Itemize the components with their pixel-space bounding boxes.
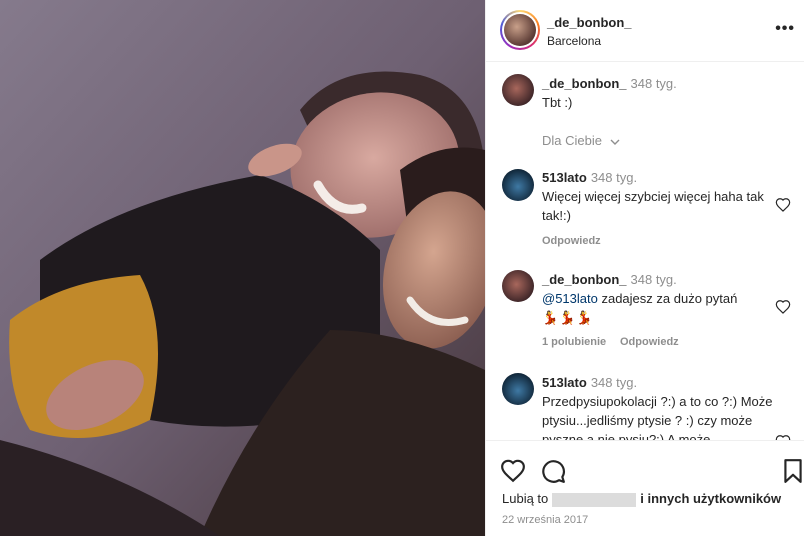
post-header: _de_bonbon_ Barcelona ••• <box>486 0 804 62</box>
comment-text: Przedpysiupokolacji ?:) a to co ?:) Może… <box>542 394 773 440</box>
post-photo[interactable] <box>0 0 485 536</box>
post-location[interactable]: Barcelona <box>547 34 601 48</box>
likes-suffix[interactable]: i innych użytkowników <box>640 491 781 506</box>
comment-avatar[interactable] <box>502 169 534 201</box>
post-date[interactable]: 22 września 2017 <box>502 514 588 526</box>
caption-username[interactable]: _de_bonbon_ <box>542 76 627 91</box>
reply-button[interactable]: Odpowiedz <box>542 235 601 247</box>
comment-username[interactable]: 513lato <box>542 170 587 185</box>
comment-username[interactable]: 513lato <box>542 375 587 390</box>
comment-time[interactable]: 348 tyg. <box>591 375 637 390</box>
sort-label: Dla Ciebie <box>542 133 602 148</box>
comment-likes-count[interactable]: 1 polubienie <box>542 336 606 348</box>
caption-avatar[interactable] <box>502 74 534 106</box>
author-avatar[interactable] <box>500 10 540 50</box>
comment-text-body: zadajesz za dużo pytań <box>597 291 738 306</box>
comment-username[interactable]: _de_bonbon_ <box>542 272 627 287</box>
more-icon[interactable]: ••• <box>775 20 795 38</box>
post-image <box>0 0 485 536</box>
comment-like-icon[interactable] <box>775 197 791 213</box>
post-side-panel: _de_bonbon_ Barcelona ••• _de_bonbon_ 348… <box>485 0 804 536</box>
reply-button[interactable]: Odpowiedz <box>620 336 679 348</box>
post-actions: Lubią to i innych użytkowników 22 wrześni… <box>486 440 804 536</box>
comment-header: 513lato 348 tyg. <box>542 168 777 187</box>
sort-dropdown[interactable]: Dla Ciebie <box>542 133 621 148</box>
heart-icon[interactable] <box>500 458 526 484</box>
comment-header: _de_bonbon_ 348 tyg. <box>542 270 777 289</box>
comment-header: 513lato 348 tyg. <box>542 373 777 392</box>
likes-prefix: Lubią to <box>502 491 549 506</box>
blurred-username <box>552 492 637 507</box>
caption-time[interactable]: 348 tyg. <box>631 76 677 91</box>
comment-avatar[interactable] <box>502 373 534 405</box>
author-username[interactable]: _de_bonbon_ <box>547 15 632 30</box>
likes-summary[interactable]: Lubią to i innych użytkowników <box>502 491 781 507</box>
comment-text: Więcej więcej szybciej więcej haha tak t… <box>542 189 764 223</box>
comments-list[interactable]: _de_bonbon_ 348 tyg. Tbt :) Dla Ciebie 51… <box>486 63 804 440</box>
comment-emoji: 💃💃💃 <box>542 310 594 325</box>
comment-mention[interactable]: @513lato <box>542 291 598 306</box>
comment-avatar[interactable] <box>502 270 534 302</box>
bookmark-icon[interactable] <box>780 458 804 484</box>
comment-icon[interactable] <box>540 458 566 484</box>
caption-text: Tbt :) <box>542 95 573 110</box>
comment-like-icon[interactable] <box>775 299 791 315</box>
chevron-down-icon <box>610 139 620 145</box>
caption-header: _de_bonbon_ 348 tyg. <box>542 74 777 93</box>
comment-text: @513lato zadajesz za dużo pytań <box>542 289 777 308</box>
comment-time[interactable]: 348 tyg. <box>631 272 677 287</box>
comment-time[interactable]: 348 tyg. <box>591 170 637 185</box>
